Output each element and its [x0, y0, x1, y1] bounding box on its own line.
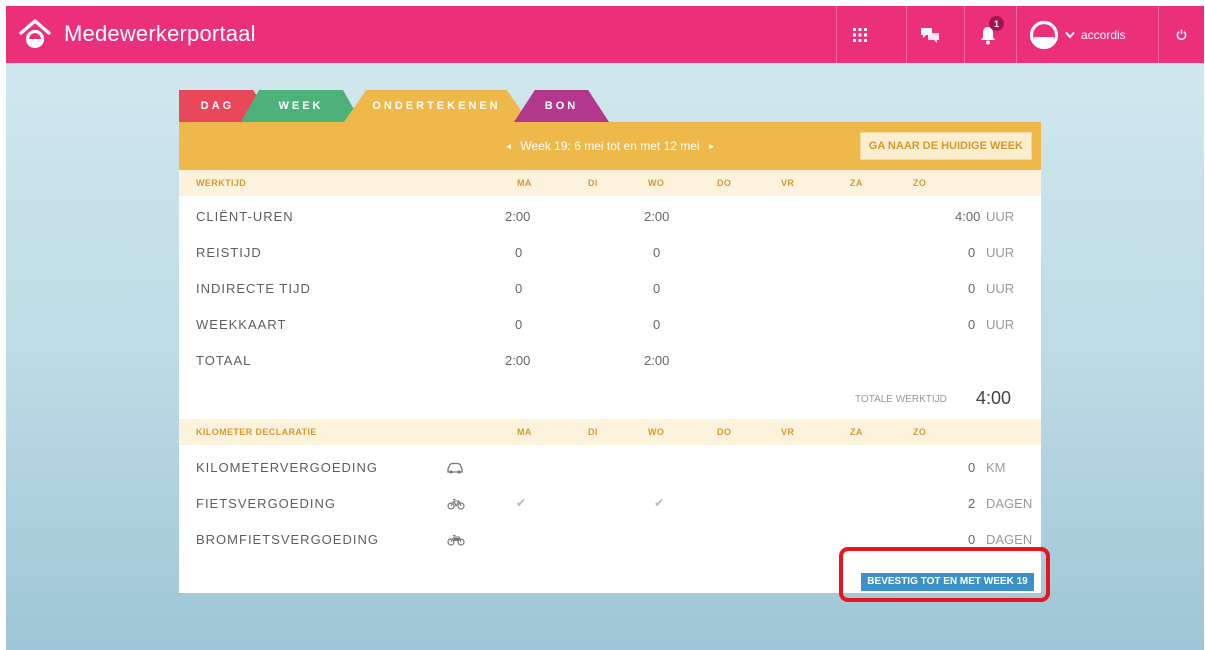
cell-wo: 2:00	[644, 209, 670, 224]
row-unit: DAGEN	[986, 496, 1033, 511]
goto-current-week-button[interactable]: GA NAAR DE HUIDIGE WEEK	[859, 132, 1032, 160]
day-header-do: DO	[717, 427, 732, 437]
row-unit: DAGEN	[986, 532, 1033, 547]
cell-wo: 0	[653, 245, 661, 260]
row-label: INDIRECTE TIJD	[196, 281, 311, 296]
cell-ma: 2:00	[505, 209, 531, 224]
app-title: Medewerkerportaal	[64, 21, 256, 46]
kilometer-title: KILOMETER DECLARATIE	[196, 427, 317, 437]
bicycle-icon	[447, 498, 465, 510]
check-icon[interactable]: ✔	[654, 496, 664, 510]
totale-werktijd-label: TOTALE WERKTIJD	[855, 394, 947, 405]
row-label: TOTAAL	[196, 353, 252, 368]
table-row: FIETSVERGOEDING ✔ ✔ 2 DAGEN	[179, 486, 1041, 522]
table-row: BROMFIETSVERGOEDING 0 DAGEN	[179, 522, 1041, 558]
row-total: 2	[968, 496, 976, 511]
row-unit: KM	[986, 460, 1006, 475]
table-row: WEEKKAART 0 0 0 UUR	[179, 307, 1041, 343]
cell-ma: 0	[515, 317, 523, 332]
day-header-ma: MA	[517, 427, 532, 437]
cell-wo: 0	[653, 317, 661, 332]
tab-ondertekenen-label: ONDERTEKENEN	[372, 100, 501, 112]
user-menu[interactable]: accordis	[1016, 6, 1156, 63]
day-header-di: DI	[588, 427, 598, 437]
day-header-wo: WO	[648, 427, 665, 437]
chat-icon	[920, 27, 939, 43]
cell-ma: 2:00	[505, 353, 531, 368]
tab-dag-label: DAG	[200, 100, 235, 112]
totale-werktijd-value: 4:00	[976, 388, 1012, 408]
table-row: TOTAAL 2:00 2:00	[179, 343, 1041, 379]
day-header-wo: WO	[648, 178, 665, 188]
row-label: FIETSVERGOEDING	[196, 496, 336, 511]
row-label: REISTIJD	[196, 245, 262, 260]
day-header-vr: VR	[781, 427, 795, 437]
table-row: INDIRECTE TIJD 0 0 0 UUR	[179, 271, 1041, 307]
row-unit: UUR	[986, 209, 1015, 224]
cell-ma: 0	[515, 245, 523, 260]
chevron-down-icon	[1065, 31, 1075, 39]
logout-button[interactable]	[1158, 6, 1204, 63]
prev-week-arrow-icon[interactable]: ◄	[504, 142, 512, 151]
row-total: 0	[968, 245, 976, 260]
row-label: KILOMETERVERGOEDING	[196, 460, 379, 475]
table-row: REISTIJD 0 0 0 UUR	[179, 235, 1041, 271]
view-tabs: DAG WEEK ONDERTEKENEN BON	[179, 90, 639, 122]
day-header-do: DO	[717, 178, 732, 188]
notifications-button[interactable]: 1	[964, 6, 1010, 63]
user-name: accordis	[1081, 27, 1126, 42]
table-row: CLIËNT-UREN 2:00 2:00 4:00 UUR	[179, 199, 1041, 235]
week-bar: ◄ Week 19: 6 mei tot en met 12 mei ► GA …	[179, 122, 1041, 170]
row-total: 0	[968, 281, 976, 296]
row-unit: UUR	[986, 317, 1015, 332]
day-header-ma: MA	[517, 178, 532, 188]
row-total: 0	[968, 460, 976, 475]
timesheet-panel: ◄ Week 19: 6 mei tot en met 12 mei ► GA …	[179, 122, 1041, 593]
row-label: WEEKKAART	[196, 317, 287, 332]
day-header-za: ZA	[850, 427, 863, 437]
moped-icon	[447, 534, 465, 546]
row-unit: UUR	[986, 245, 1015, 260]
apps-grid-icon	[852, 27, 867, 42]
day-header-zo: ZO	[913, 427, 927, 437]
next-week-arrow-icon[interactable]: ►	[708, 142, 716, 151]
confirm-week-button[interactable]: BEVESTIG TOT EN MET WEEK 19	[861, 573, 1034, 591]
day-header-za: ZA	[850, 178, 863, 188]
cell-ma: 0	[515, 281, 523, 296]
tab-bon-label: BON	[544, 100, 579, 112]
cell-wo: 0	[653, 281, 661, 296]
table-row: KILOMETERVERGOEDING 0 KM	[179, 450, 1041, 486]
kilometer-header: KILOMETER DECLARATIE MA DI WO DO VR ZA Z…	[179, 419, 1041, 445]
day-header-di: DI	[588, 178, 598, 188]
apps-button[interactable]	[836, 6, 882, 63]
check-icon[interactable]: ✔	[516, 496, 526, 510]
tab-ondertekenen[interactable]: ONDERTEKENEN	[344, 90, 529, 122]
week-label: Week 19: 6 mei tot en met 12 mei	[520, 139, 700, 153]
car-icon	[447, 462, 463, 474]
top-bar: Medewerkerportaal 1 accordis	[6, 6, 1204, 63]
power-icon	[1176, 29, 1187, 40]
tab-week-label: WEEK	[278, 100, 324, 112]
brand[interactable]: Medewerkerportaal	[18, 18, 256, 50]
werktijd-title: WERKTIJD	[196, 178, 247, 188]
tab-bon[interactable]: BON	[514, 90, 609, 122]
notification-badge: 1	[989, 16, 1004, 31]
day-header-vr: VR	[781, 178, 795, 188]
row-unit: UUR	[986, 281, 1015, 296]
day-header-zo: ZO	[913, 178, 927, 188]
chat-button[interactable]	[906, 6, 952, 63]
row-total: 0	[968, 532, 976, 547]
row-label: BROMFIETSVERGOEDING	[196, 532, 379, 547]
tab-week[interactable]: WEEK	[241, 90, 361, 122]
cell-wo: 2:00	[644, 353, 670, 368]
home-logo-icon	[19, 19, 51, 49]
app-frame: Medewerkerportaal 1 accordis DAG WEEK ON…	[6, 6, 1204, 650]
user-avatar-icon	[1029, 20, 1059, 49]
row-total: 4:00	[955, 209, 981, 224]
row-label: CLIËNT-UREN	[196, 209, 294, 224]
row-total: 0	[968, 317, 976, 332]
werktijd-header: WERKTIJD MA DI WO DO VR ZA ZO	[179, 170, 1041, 196]
